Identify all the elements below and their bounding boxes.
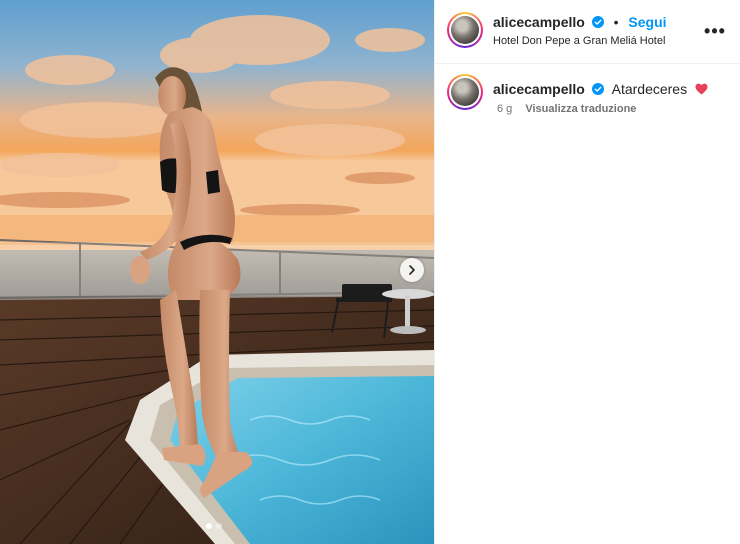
carousel-dot [216,523,222,529]
next-slide-button[interactable] [400,258,424,282]
verified-badge-icon [591,83,604,95]
post-photo[interactable] [0,0,434,544]
photo-image [0,0,434,544]
caption-username[interactable]: alicecampello [493,81,585,97]
post-header: alicecampello • Segui Hotel Don Pepe a G… [435,0,740,64]
chevron-right-icon [409,265,415,275]
caption-time[interactable]: 6 g [497,103,512,115]
avatar-image [451,16,479,44]
see-translation-button[interactable]: Visualizza traduzione [525,103,636,115]
avatar[interactable] [447,12,483,48]
caption-avatar[interactable] [447,74,483,110]
caption-avatar-image [451,78,479,106]
more-options-label: ••• [704,20,726,41]
carousel-dots [206,523,222,529]
post-side-panel: alicecampello • Segui Hotel Don Pepe a G… [434,0,740,544]
separator-dot: • [613,14,619,30]
heart-icon [695,83,708,95]
more-options-icon[interactable]: ••• [704,20,726,42]
follow-button[interactable]: Segui [628,14,666,30]
carousel-dot-active [206,523,212,529]
post-location[interactable]: Hotel Don Pepe a Gran Meliá Hotel [493,35,665,47]
caption-text: Atardeceres [611,81,688,97]
post-username[interactable]: alicecampello [493,14,585,30]
verified-badge-icon [591,16,604,28]
